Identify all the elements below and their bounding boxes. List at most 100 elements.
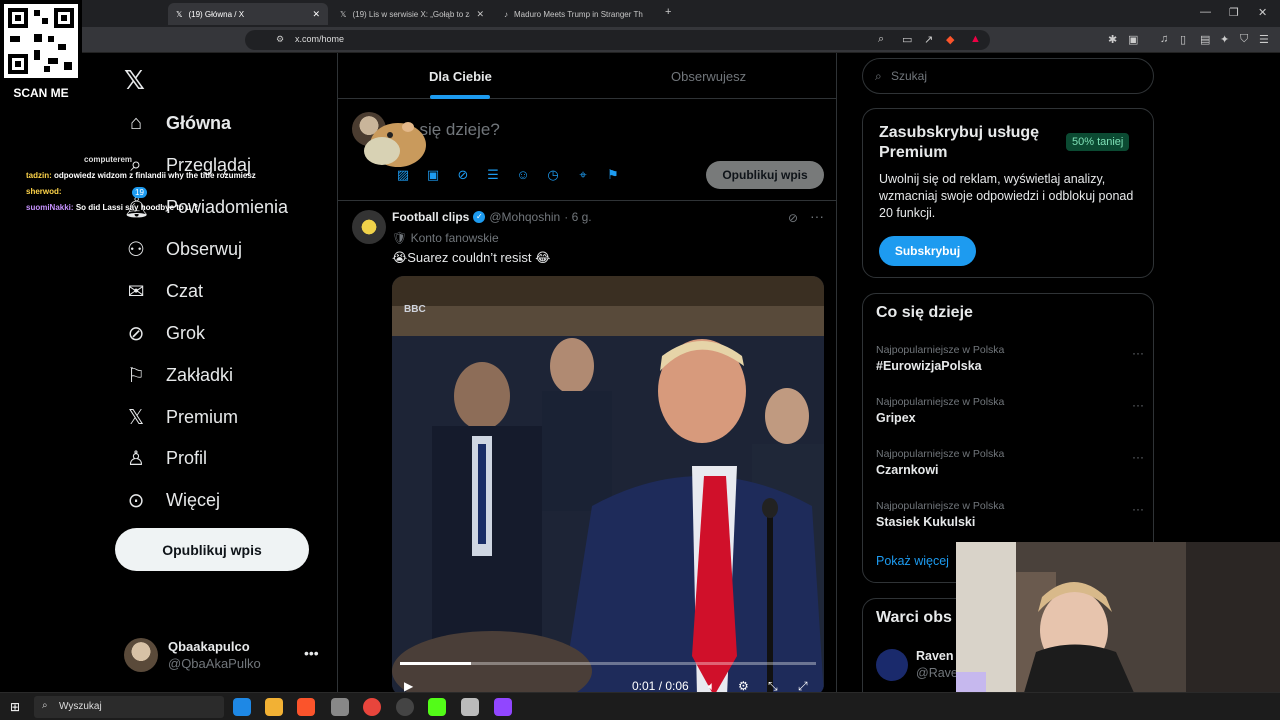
new-tab-icon[interactable]: + [665, 6, 671, 18]
more-dots-icon[interactable]: ··· [1132, 502, 1144, 516]
kick-icon[interactable] [428, 698, 446, 716]
search-input[interactable]: Szukaj [891, 69, 927, 83]
location-icon[interactable]: ⌖ [575, 167, 591, 183]
more-dots-icon[interactable]: ••• [304, 645, 319, 661]
emoji-icon[interactable]: ☺ [515, 167, 531, 183]
nav-item-premium[interactable]: 𝕏 Premium [124, 397, 238, 437]
poll-icon[interactable]: ☰ [485, 167, 501, 183]
tweet-author-name[interactable]: Football clips [392, 210, 469, 224]
browser-tab-home[interactable]: 𝕏 (19) Główna / X ✕ [168, 3, 328, 25]
brave-shield-icon[interactable]: ◆ [946, 33, 954, 46]
grok-icon[interactable]: ⊘ [455, 167, 471, 183]
subscribe-button[interactable]: Subskrybuj [879, 236, 976, 266]
browser-tab-maduro[interactable]: ♪ Maduro Meets Trump in Stranger Th [496, 3, 656, 25]
home-icon: ⌂ [129, 111, 143, 134]
tweet-time[interactable]: · 6 g. [564, 210, 591, 224]
taskbar-search[interactable]: ⌕ Wyszukaj [34, 696, 224, 718]
compose-post-button[interactable]: Opublikuj wpis [706, 161, 824, 189]
flag-icon[interactable]: ⚑ [605, 167, 621, 183]
close-window-icon[interactable]: ✕ [1258, 6, 1267, 19]
chat-fragment: computerem [84, 155, 133, 164]
avatar[interactable] [876, 649, 908, 681]
windows-start-icon[interactable]: ⊞ [10, 700, 20, 714]
nav-item-home[interactable]: ⌂ Główna [124, 103, 231, 143]
video-frame: BBC [392, 276, 824, 692]
nav-label: Obserwuj [166, 238, 243, 259]
schedule-icon[interactable]: ◷ [545, 167, 561, 183]
chat-text: odpowiedz widzom z finlandii why the tit… [54, 171, 256, 180]
media-icon[interactable]: ♫ [1160, 33, 1168, 45]
file-explorer-icon[interactable] [265, 698, 283, 716]
more-dots-icon[interactable]: ··· [1132, 398, 1144, 412]
nav-item-more[interactable]: ⊙ Więcej [124, 480, 220, 520]
who-to-follow-title: Warci obs [876, 609, 952, 626]
tab-for-you[interactable]: Dla Ciebie [429, 69, 492, 84]
close-tab-icon[interactable]: ✕ [476, 9, 484, 20]
nav-label: Profil [166, 447, 208, 468]
chat-message: sherwod: [26, 186, 286, 198]
trends-card: Co się dzieje Najpopularniejsze w Polska… [862, 293, 1154, 583]
app-icon[interactable] [461, 698, 479, 716]
post-button[interactable]: Opublikuj wpis [115, 528, 309, 571]
fan-account-label: 🛡︎ Konto fanowskie [392, 231, 499, 245]
obs-icon[interactable] [396, 698, 414, 716]
extensions-icon[interactable]: ✱ [1108, 33, 1117, 46]
trend-item[interactable]: Najpopularniejsze w Polska Czarnkowi ··· [876, 448, 1144, 477]
pip-icon[interactable]: ⤡ [768, 679, 778, 692]
taskbar-search-input[interactable]: Wyszukaj [59, 701, 102, 712]
tweet-handle[interactable]: @Mohqoshin [489, 210, 560, 224]
ai-icon[interactable]: ✦ [1220, 33, 1229, 46]
bookmark-icon: ⚐ [127, 364, 145, 387]
app-icon[interactable] [331, 698, 349, 716]
minimize-icon[interactable]: — [1200, 6, 1211, 18]
sidebar-toggle-icon[interactable]: ▣ [1128, 33, 1138, 46]
tiktok-favicon-icon: ♪ [504, 9, 508, 19]
wallet-icon[interactable]: ▤ [1200, 33, 1210, 46]
reading-list-icon[interactable]: ▯ [1180, 33, 1186, 46]
account-switcher[interactable]: Qbaakapulco @QbaAkaPulko [124, 638, 261, 672]
streamer-app-icon[interactable] [494, 698, 512, 716]
play-icon[interactable]: ▶ [404, 679, 413, 692]
trend-item[interactable]: Najpopularniejsze w Polska #EurowizjaPol… [876, 344, 1144, 373]
show-more-link[interactable]: Pokaż więcej [876, 554, 949, 568]
restore-icon[interactable]: ❐ [1229, 6, 1239, 19]
suggested-name[interactable]: Raven [916, 649, 954, 663]
chrome-icon[interactable] [363, 698, 381, 716]
vpn-icon[interactable]: ⛉ [1240, 33, 1248, 46]
url-text: x.com/home [295, 34, 345, 44]
fullscreen-icon[interactable]: ⤢ [798, 679, 808, 692]
trend-item[interactable]: Najpopularniejsze w Polska Gripex ··· [876, 396, 1144, 425]
nav-item-grok[interactable]: ⊘ Grok [124, 313, 205, 353]
brave-icon[interactable] [297, 698, 315, 716]
x-logo-icon[interactable]: 𝕏 [124, 65, 145, 96]
volume-icon[interactable]: 🔈︎ [708, 679, 715, 692]
nav-item-profile[interactable]: ♙ Profil [124, 438, 207, 478]
trend-item[interactable]: Najpopularniejsze w Polska Stasiek Kukul… [876, 500, 1144, 529]
more-dots-icon[interactable]: ··· [810, 208, 824, 224]
more-dots-icon[interactable]: ··· [1132, 450, 1144, 464]
menu-icon[interactable]: ☰ [1259, 33, 1269, 46]
tweet-video[interactable]: BBC ▶ 0:01 / 0:06 🔈︎ ⚙︎ ⤡ ⤢ [392, 276, 824, 692]
zoom-icon[interactable]: ⌕ [878, 33, 884, 46]
close-tab-icon[interactable]: ✕ [312, 9, 320, 20]
site-info-icon[interactable]: ⚙︎ [276, 34, 284, 45]
tab-following[interactable]: Obserwujesz [671, 69, 746, 84]
tweet-avatar[interactable] [352, 210, 386, 244]
grok-icon[interactable]: ⊘ [788, 211, 798, 225]
nav-item-bookmarks[interactable]: ⚐ Zakładki [124, 355, 233, 395]
brave-rewards-icon[interactable]: ▲ [970, 33, 981, 45]
more-dots-icon[interactable]: ··· [1132, 346, 1144, 360]
mail-icon: ✉︎ [127, 280, 145, 303]
search-box[interactable]: ⌕ Szukaj [862, 58, 1154, 94]
share-icon[interactable]: ↗ [924, 33, 933, 46]
settings-icon[interactable]: ⚙︎ [738, 679, 749, 692]
search-icon: ⌕ [875, 69, 882, 83]
trends-title: Co się dzieje [876, 304, 973, 321]
nav-item-follow[interactable]: ⚇ Obserwuj [124, 229, 242, 269]
cast-icon[interactable]: ▭ [902, 33, 912, 46]
edge-icon[interactable] [233, 698, 251, 716]
video-progress-bar[interactable] [400, 662, 816, 665]
nav-item-chat[interactable]: ✉︎ Czat [124, 271, 203, 311]
timeline-tabs: Dla Ciebie Obserwujesz [338, 53, 836, 99]
browser-tab-lis[interactable]: 𝕏 (19) Lis w serwisie X: „Gołąb to zakał… [332, 3, 492, 25]
